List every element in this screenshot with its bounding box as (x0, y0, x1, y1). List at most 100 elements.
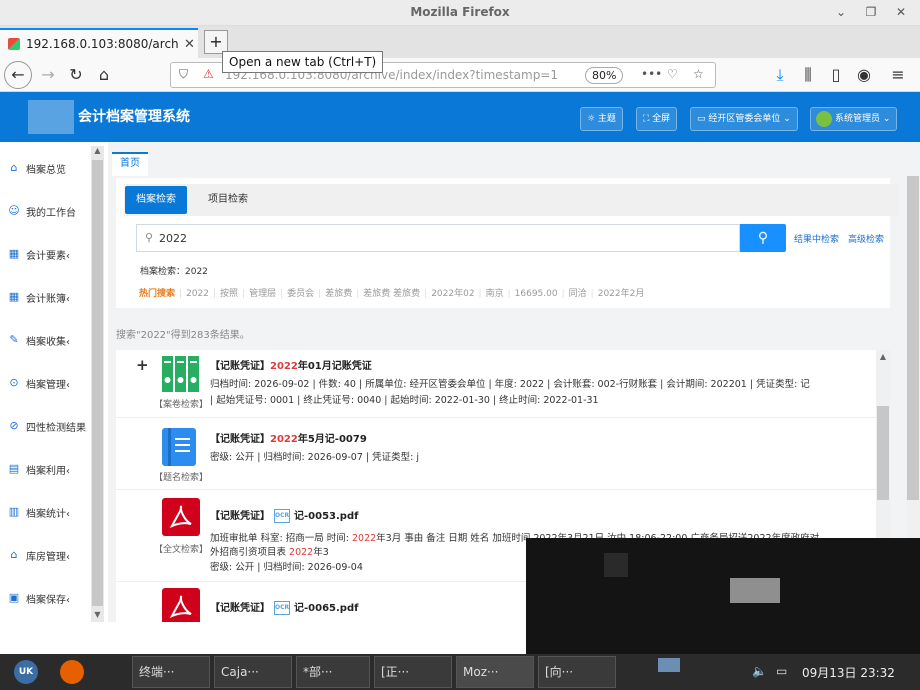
unit-select[interactable]: ▭ 经开区管委会单位 ⌄ (690, 107, 798, 131)
hot-term[interactable]: 差旅费 差旅费 (363, 289, 420, 299)
hot-term[interactable]: 2022 (186, 289, 209, 299)
sidebar-item-elements[interactable]: ▦ 会计要素‹ (0, 240, 90, 268)
restore-icon[interactable]: ❐ (862, 3, 880, 21)
advanced-search-link[interactable]: 高级检索 (848, 232, 884, 245)
sidebar-item-label: 档案总览 (26, 164, 66, 176)
user-menu[interactable]: 系统管理员 ⌄ (810, 107, 898, 131)
result-meta: | 起始凭证号: 0001 | 终止凭证号: 0040 | 起始时间: 2022… (210, 395, 599, 406)
list-item[interactable]: 【题名检索】 【记账凭证】2022年5月记-0079 密级: 公开 | 归档时间… (116, 418, 884, 490)
bookmark-star-icon[interactable]: ☆ (693, 67, 704, 81)
browser-tab[interactable]: 192.168.0.103:8080/archive ✕ (0, 28, 198, 58)
sidebar-item-warehouse[interactable]: ⌂ 库房管理‹ (0, 541, 90, 569)
library-icon[interactable]: ⫼ (796, 63, 820, 87)
taskbar: UK 终端··· Caja··· *部··· [正··· Moz··· [向··… (0, 654, 920, 690)
start-menu-icon[interactable]: UK (14, 660, 38, 684)
list-item[interactable]: + 【案卷检索】 【记账凭证】2022年01月记账凭证 归档时间: 2026-0… (116, 350, 884, 418)
network-icon[interactable]: ▭ (776, 664, 787, 678)
tab-title: 192.168.0.103:8080/archive (26, 37, 178, 51)
new-tab-tooltip: Open a new tab (Ctrl+T) (222, 51, 384, 73)
tab-home[interactable]: 首页 (112, 152, 148, 176)
close-window-icon[interactable]: ✕ (892, 3, 910, 21)
sidebar-item-ledgers[interactable]: ▦ 会计账簿‹ (0, 283, 90, 311)
home-icon[interactable]: ⌂ (92, 63, 116, 87)
sidebar-item-stats[interactable]: ▥ 档案统计‹ (0, 498, 90, 526)
hot-term[interactable]: 管理层 (249, 289, 276, 299)
sidebar-item-label: 四性检测结果 (26, 422, 86, 434)
workspace-icon[interactable] (658, 658, 680, 672)
firefox-launcher-icon[interactable] (60, 660, 84, 684)
taskbar-item-caja[interactable]: Caja··· (214, 656, 292, 688)
volume-icon[interactable]: 🔈 (752, 664, 767, 678)
sidebar-item-use[interactable]: ▤ 档案利用‹ (0, 455, 90, 483)
taskbar-item-doc[interactable]: *部··· (296, 656, 370, 688)
hot-term[interactable]: 同洽 (569, 289, 587, 299)
hot-term[interactable]: 按照 (220, 289, 238, 299)
forward-icon[interactable]: → (36, 63, 60, 87)
sidebar-scrollbar[interactable]: ▲ ▼ (91, 146, 104, 622)
user-icon: ☺ (8, 204, 20, 217)
reload-icon[interactable]: ↻ (64, 63, 88, 87)
tab-project-search[interactable]: 项目检索 (208, 186, 248, 214)
sidebar-item-workbench[interactable]: ☺ 我的工作台 (0, 197, 90, 225)
more-icon[interactable]: ••• (641, 67, 662, 81)
search-icon: ⚲ (145, 231, 154, 244)
sidebar: ⌂ 档案总览 ☺ 我的工作台 ▦ 会计要素‹ ▦ 会计账簿‹ ✎ 档案收集‹ ⊙… (0, 142, 104, 622)
hot-search-label: 热门搜索 (139, 289, 176, 299)
scroll-up-icon[interactable]: ▲ (876, 350, 890, 364)
taskbar-item-terminal[interactable]: 终端··· (132, 656, 210, 688)
result-title[interactable]: 【记账凭证】 OCR 记-0053.pdf (210, 507, 358, 523)
result-title[interactable]: 【记账凭证】2022年5月记-0079 (210, 430, 367, 445)
sidebar-icon[interactable]: ▯ (824, 63, 848, 87)
menu-icon[interactable]: ≡ (886, 63, 910, 87)
binder-icon (162, 356, 200, 394)
window-titlebar: Mozilla Firefox ⌄ ❐ ✕ (0, 0, 920, 26)
result-title[interactable]: 【记账凭证】 OCR 记-0065.pdf (210, 599, 358, 615)
hot-term[interactable]: 南京 (486, 289, 504, 299)
pdf-icon (162, 588, 200, 622)
scroll-down-icon[interactable]: ▼ (91, 610, 104, 622)
search-button[interactable]: ⚲ (740, 224, 786, 252)
hot-term[interactable]: 差旅费 (325, 289, 352, 299)
result-title[interactable]: 【记账凭证】2022年01月记账凭证 (210, 357, 372, 372)
account-icon[interactable]: ◉ (852, 63, 876, 87)
overlay-block (604, 553, 628, 577)
sidebar-item-label: 档案管理‹ (26, 379, 70, 391)
hot-term[interactable]: 委员会 (287, 289, 314, 299)
theme-button[interactable]: ☼ 主题 (580, 107, 623, 131)
hot-term[interactable]: 2022年2月 (598, 289, 645, 299)
scroll-up-icon[interactable]: ▲ (91, 146, 104, 158)
results-scroll-thumb[interactable] (877, 406, 889, 500)
close-tab-icon[interactable]: ✕ (184, 37, 195, 52)
search-icon: ⚲ (757, 230, 769, 246)
sidebar-item-overview[interactable]: ⌂ 档案总览 (0, 154, 90, 182)
sidebar-item-label: 档案统计‹ (26, 508, 70, 520)
sidebar-item-check[interactable]: ⊘ 四性检测结果 (0, 412, 90, 440)
chart-icon: ▥ (8, 505, 20, 518)
sidebar-scroll-thumb[interactable] (92, 160, 103, 606)
search-in-results-link[interactable]: 结果中检索 (794, 232, 839, 245)
fullscreen-button[interactable]: ⛶ 全屏 (636, 107, 678, 131)
download-icon[interactable]: ⤓ (768, 63, 792, 87)
taskbar-item-window[interactable]: [向··· (538, 656, 616, 688)
sidebar-item-preserve[interactable]: ▣ 档案保存‹ (0, 584, 90, 612)
pocket-icon[interactable]: ♡ (667, 67, 678, 81)
insecure-lock-icon[interactable]: ⚠ (203, 67, 214, 81)
shield-icon[interactable]: ⛉ (179, 67, 188, 82)
taskbar-item-firefox[interactable]: Moz··· (456, 656, 534, 688)
result-meta: 密级: 公开 | 归档时间: 2026-09-07 | 凭证类型: j (210, 452, 419, 463)
check-icon: ⊘ (9, 419, 19, 432)
result-tag: 【题名检索】 (154, 473, 209, 483)
search-value[interactable]: 2022 (159, 232, 187, 245)
sidebar-item-collect[interactable]: ✎ 档案收集‹ (0, 326, 90, 354)
hot-term[interactable]: 16695.00 (515, 289, 558, 299)
expand-icon[interactable]: + (136, 356, 149, 374)
search-input[interactable]: ⚲ 2022 (136, 224, 740, 252)
hot-term[interactable]: 2022年02 (431, 289, 474, 299)
sidebar-item-manage[interactable]: ⊙ 档案管理‹ (0, 369, 90, 397)
tab-archive-search[interactable]: 档案检索 (125, 186, 187, 214)
main-scroll-thumb[interactable] (907, 176, 919, 500)
back-icon[interactable]: ← (4, 61, 32, 89)
minimize-icon[interactable]: ⌄ (832, 3, 850, 21)
taskbar-item-search[interactable]: [正··· (374, 656, 452, 688)
zoom-badge[interactable]: 80% (585, 67, 624, 84)
